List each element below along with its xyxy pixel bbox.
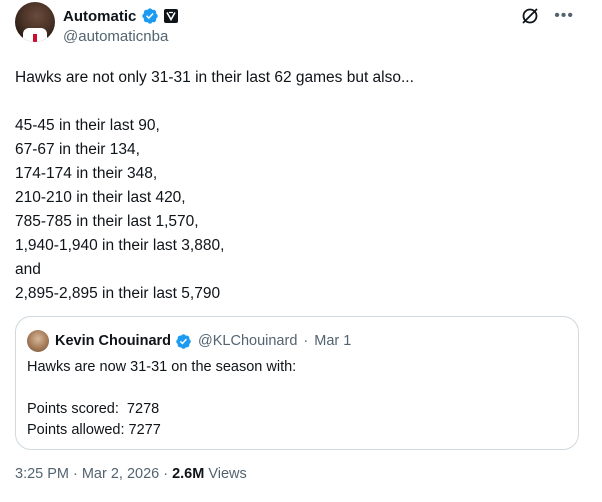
author-avatar[interactable] bbox=[15, 2, 55, 42]
tweet-line: 45-45 in their last 90, bbox=[15, 117, 160, 134]
tweet-line: 785-785 in their last 1,570, bbox=[15, 213, 199, 230]
quoted-separator: · bbox=[303, 333, 309, 349]
tweet-date[interactable]: Mar 2, 2026 bbox=[82, 466, 159, 482]
views-count[interactable]: 2.6M bbox=[172, 466, 204, 482]
tweet-line: 67-67 in their 134, bbox=[15, 141, 140, 158]
author-name-row: Automatic bbox=[63, 6, 179, 26]
meta-separator: · bbox=[73, 466, 78, 482]
tweet-actions-top: ••• bbox=[520, 6, 574, 26]
quoted-author-name[interactable]: Kevin Chouinard bbox=[55, 333, 171, 349]
author-handle[interactable]: @automaticnba bbox=[63, 28, 168, 45]
tweet-card: Automatic @automaticnba ••• Hawks are no… bbox=[0, 0, 602, 502]
tweet-time[interactable]: 3:25 PM bbox=[15, 466, 69, 482]
views-label: Views bbox=[208, 466, 247, 482]
tweet-line: 174-174 in their 348, bbox=[15, 165, 158, 182]
quoted-line: Points allowed: 7277 bbox=[27, 422, 161, 438]
quoted-line-blank bbox=[27, 378, 567, 399]
tweet-text: Hawks are not only 31-31 in their last 6… bbox=[15, 66, 575, 306]
quoted-author-handle[interactable]: @KLChouinard bbox=[198, 333, 297, 349]
verified-badge-icon bbox=[175, 333, 192, 350]
tweet-line: and bbox=[15, 261, 41, 278]
quoted-line: Points scored: 7278 bbox=[27, 401, 160, 417]
quoted-tweet-header: Kevin Chouinard @KLChouinard · Mar 1 bbox=[27, 330, 351, 352]
author-name[interactable]: Automatic bbox=[63, 8, 136, 25]
more-icon[interactable]: ••• bbox=[554, 8, 574, 24]
tweet-line: 1,940-1,940 in their last 3,880, bbox=[15, 237, 225, 254]
tweet-line: Hawks are not only 31-31 in their last 6… bbox=[15, 69, 414, 86]
quoted-line: Hawks are now 31-31 on the season with: bbox=[27, 359, 297, 375]
quoted-tweet-text: Hawks are now 31-31 on the season with: … bbox=[27, 357, 567, 441]
tweet-line: 210-210 in their last 420, bbox=[15, 189, 186, 206]
tweet-line: 2,895-2,895 in their last 5,790 bbox=[15, 285, 221, 302]
affiliate-badge-icon[interactable] bbox=[164, 9, 179, 23]
quoted-tweet[interactable]: Kevin Chouinard @KLChouinard · Mar 1 Haw… bbox=[15, 316, 579, 450]
meta-separator: · bbox=[163, 466, 169, 482]
tweet-meta: 3:25 PM · Mar 2, 2026 · 2.6M Views bbox=[15, 466, 247, 482]
grok-icon[interactable] bbox=[520, 6, 540, 26]
verified-badge-icon bbox=[141, 7, 159, 25]
quoted-author-avatar[interactable] bbox=[27, 330, 49, 352]
quoted-date[interactable]: Mar 1 bbox=[314, 333, 351, 349]
